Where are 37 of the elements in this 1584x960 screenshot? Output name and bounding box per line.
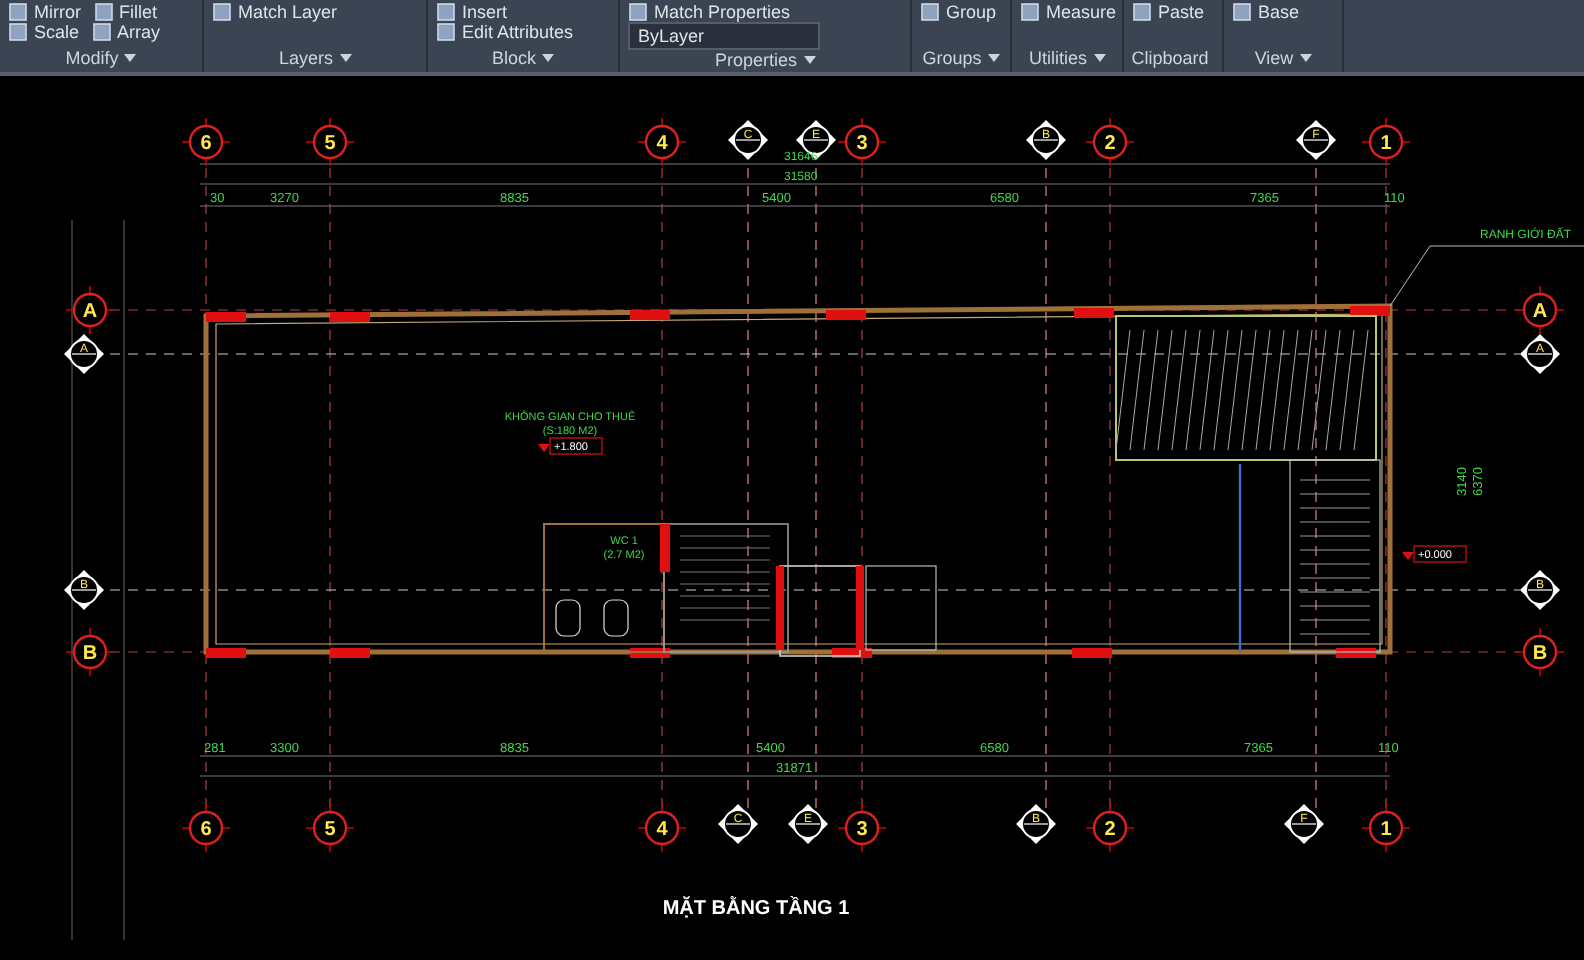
- tool-button[interactable]: Array: [91, 22, 161, 42]
- tool-button[interactable]: Insert: [436, 2, 508, 22]
- tool-icon: [91, 22, 112, 42]
- tool-button[interactable]: Match Layer: [212, 2, 338, 22]
- tool-icon: [628, 2, 648, 22]
- tool-button[interactable]: Group: [920, 2, 997, 22]
- caret-icon[interactable]: [542, 54, 554, 62]
- tool-icon: [93, 2, 113, 22]
- caret-icon[interactable]: [124, 54, 137, 62]
- tool-icon: [212, 2, 232, 22]
- tool-button[interactable]: Paste: [1132, 2, 1205, 22]
- caret-icon[interactable]: [1093, 54, 1105, 62]
- panel-title: Layers: [278, 48, 333, 68]
- tool-button[interactable]: Scale: [8, 22, 80, 42]
- tool-button[interactable]: Edit Attributes: [436, 22, 574, 42]
- caret-icon[interactable]: [1299, 54, 1312, 62]
- tool-icon: [1132, 2, 1152, 22]
- tool-icon: [1232, 2, 1252, 22]
- panel-title: Clipboard: [1131, 48, 1209, 68]
- tool-button[interactable]: Measure: [1020, 2, 1117, 22]
- panel-title: Utilities: [1028, 48, 1087, 68]
- tool-icon: [920, 2, 940, 22]
- caret-icon[interactable]: [803, 56, 816, 64]
- tool-button[interactable]: Base: [1232, 2, 1300, 22]
- panel-title: Block: [491, 48, 536, 68]
- panel-title: View: [1254, 48, 1294, 68]
- tool-button[interactable]: Mirror: [8, 2, 81, 22]
- panel-title: Modify: [65, 48, 119, 68]
- tool-icon: [1020, 2, 1040, 22]
- layer-dropdown[interactable]: ByLayer: [628, 22, 820, 50]
- drawing-title: MẶT BẰNG TẦNG 1: [662, 898, 850, 920]
- tool-button[interactable]: Match Properties: [628, 2, 791, 22]
- caret-icon[interactable]: [987, 54, 1000, 62]
- panel-title: Groups: [922, 48, 982, 68]
- panel-title: Properties: [714, 50, 798, 70]
- tool-button[interactable]: Fillet: [93, 2, 158, 22]
- caret-icon[interactable]: [339, 54, 351, 62]
